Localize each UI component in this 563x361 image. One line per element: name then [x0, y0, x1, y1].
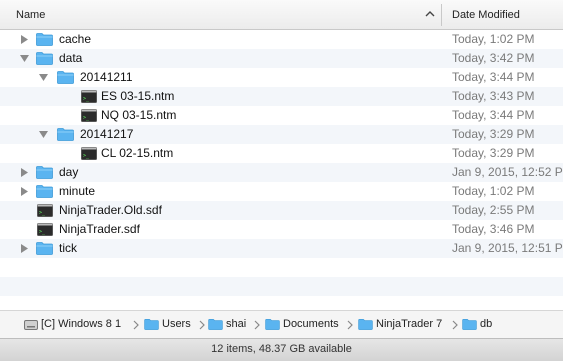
- item-date: Jan 9, 2015, 12:51 PM: [452, 241, 563, 255]
- folder-icon: [358, 318, 373, 330]
- folder-icon: [36, 52, 53, 65]
- list-item[interactable]: >_ ES 03-15.ntm Today, 3:43 PM: [0, 87, 563, 106]
- list-item[interactable]: minute Today, 1:02 PM: [0, 182, 563, 201]
- disclosure-collapsed-icon[interactable]: [20, 168, 29, 177]
- folder-icon: [57, 71, 74, 84]
- item-date: Today, 3:42 PM: [452, 51, 535, 65]
- list-item[interactable]: >_ NinjaTrader.sdf Today, 3:46 PM: [0, 220, 563, 239]
- item-name: 20141217: [80, 127, 134, 141]
- item-name: day: [59, 165, 79, 179]
- empty-row: [0, 258, 563, 277]
- item-date: Today, 2:55 PM: [452, 203, 535, 217]
- folder-icon: [36, 166, 53, 179]
- folder-icon: [57, 128, 74, 141]
- folder-icon: [36, 33, 53, 46]
- path-item-label: Users: [162, 318, 191, 330]
- drive-icon: [24, 320, 38, 330]
- folder-icon: [144, 318, 159, 330]
- terminal-file-icon: >_: [81, 147, 97, 160]
- terminal-file-icon: >_: [37, 223, 53, 236]
- item-date: Today, 3:44 PM: [452, 108, 535, 122]
- list-item[interactable]: >_ CL 02-15.ntm Today, 3:29 PM: [0, 144, 563, 163]
- disclosure-expanded-icon[interactable]: [39, 73, 48, 82]
- chevron-right-icon: [452, 320, 458, 330]
- chevron-right-icon: [133, 320, 139, 330]
- svg-text:>_: >_: [39, 229, 46, 235]
- finder-window: Name Date Modified cache Today, 1:02 PM …: [0, 0, 563, 361]
- file-list: cache Today, 1:02 PM data Today, 3:42 PM…: [0, 30, 563, 310]
- path-item-label: NinjaTrader 7: [376, 318, 443, 330]
- svg-text:>_: >_: [83, 96, 90, 102]
- item-date: Today, 3:29 PM: [452, 146, 535, 160]
- terminal-file-icon: >_: [81, 109, 97, 122]
- empty-row: [0, 296, 563, 310]
- list-item[interactable]: 20141217 Today, 3:29 PM: [0, 125, 563, 144]
- disclosure-collapsed-icon[interactable]: [20, 35, 29, 44]
- item-name: NinjaTrader.sdf: [59, 222, 140, 236]
- folder-icon: [462, 318, 477, 330]
- column-divider[interactable]: [441, 4, 442, 26]
- column-header: Name Date Modified: [0, 0, 563, 30]
- svg-text:>_: >_: [39, 210, 46, 216]
- item-name: ES 03-15.ntm: [101, 89, 175, 103]
- item-date: Today, 3:46 PM: [452, 222, 535, 236]
- path-item-label: [C] Windows 8 1: [41, 318, 122, 330]
- list-item[interactable]: cache Today, 1:02 PM: [0, 30, 563, 49]
- path-bar: [C] Windows 8 1 Users shai Documents Nin…: [0, 310, 563, 338]
- item-date: Today, 1:02 PM: [452, 32, 535, 46]
- item-name: CL 02-15.ntm: [101, 146, 174, 160]
- list-item[interactable]: day Jan 9, 2015, 12:52 PM: [0, 163, 563, 182]
- item-date: Today, 3:29 PM: [452, 127, 535, 141]
- list-item[interactable]: >_ NinjaTrader.Old.sdf Today, 2:55 PM: [0, 201, 563, 220]
- item-name: NQ 03-15.ntm: [101, 108, 177, 122]
- chevron-right-icon: [199, 320, 205, 330]
- item-name: NinjaTrader.Old.sdf: [59, 203, 162, 217]
- list-item[interactable]: tick Jan 9, 2015, 12:51 PM: [0, 239, 563, 258]
- list-item[interactable]: data Today, 3:42 PM: [0, 49, 563, 68]
- item-name: tick: [59, 241, 77, 255]
- item-name: cache: [59, 32, 92, 46]
- disclosure-expanded-icon[interactable]: [39, 130, 48, 139]
- sort-ascending-icon[interactable]: [424, 8, 436, 20]
- terminal-file-icon: >_: [37, 204, 53, 217]
- disclosure-collapsed-icon[interactable]: [20, 244, 29, 253]
- item-date: Jan 9, 2015, 12:52 PM: [452, 165, 563, 179]
- path-item-label: db: [480, 318, 493, 330]
- column-name-header[interactable]: Name: [16, 9, 45, 21]
- folder-icon: [36, 242, 53, 255]
- svg-text:>_: >_: [83, 153, 90, 159]
- folder-icon: [36, 185, 53, 198]
- path-item-label: Documents: [283, 318, 339, 330]
- column-date-modified-header[interactable]: Date Modified: [452, 9, 520, 21]
- empty-row: [0, 277, 563, 296]
- item-date: Today, 3:43 PM: [452, 89, 535, 103]
- svg-text:>_: >_: [83, 115, 90, 121]
- list-item[interactable]: 20141211 Today, 3:44 PM: [0, 68, 563, 87]
- terminal-file-icon: >_: [81, 90, 97, 103]
- status-text: 12 items, 48.37 GB available: [211, 343, 352, 355]
- status-bar: 12 items, 48.37 GB available: [0, 338, 563, 361]
- list-item[interactable]: >_ NQ 03-15.ntm Today, 3:44 PM: [0, 106, 563, 125]
- folder-icon: [265, 318, 280, 330]
- item-date: Today, 1:02 PM: [452, 184, 535, 198]
- path-item-label: shai: [226, 318, 247, 330]
- item-name: 20141211: [80, 70, 133, 84]
- chevron-right-icon: [347, 320, 353, 330]
- folder-icon: [208, 318, 223, 330]
- item-name: minute: [59, 184, 96, 198]
- chevron-right-icon: [254, 320, 260, 330]
- item-name: data: [59, 51, 83, 65]
- disclosure-collapsed-icon[interactable]: [20, 187, 29, 196]
- disclosure-expanded-icon[interactable]: [20, 54, 29, 63]
- item-date: Today, 3:44 PM: [452, 70, 535, 84]
